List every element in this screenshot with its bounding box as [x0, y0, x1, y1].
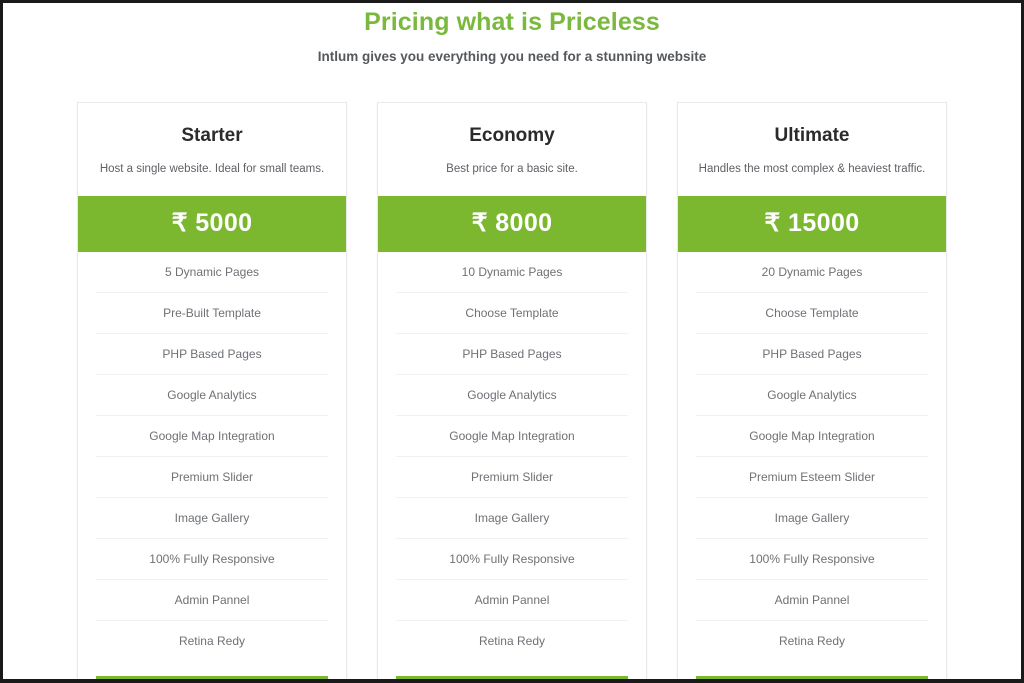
plan-name: Economy: [469, 125, 555, 146]
list-item: Google Analytics: [96, 375, 328, 416]
list-item: Image Gallery: [96, 498, 328, 539]
list-item: 100% Fully Responsive: [96, 539, 328, 580]
page-heading-block: Pricing what is Priceless Intlum gives y…: [3, 7, 1021, 66]
pricing-page: Pricing what is Priceless Intlum gives y…: [3, 3, 1021, 679]
list-item: Premium Slider: [396, 457, 628, 498]
card-footer: Order Now: [378, 661, 646, 679]
list-item: Admin Pannel: [696, 580, 928, 621]
plan-price: ₹ 5000: [171, 209, 253, 237]
pricing-card-ultimate[interactable]: Ultimate Handles the most complex & heav…: [677, 102, 947, 679]
card-header: Economy Best price for a basic site.: [378, 103, 646, 196]
list-item: Premium Esteem Slider: [696, 457, 928, 498]
list-item: PHP Based Pages: [696, 334, 928, 375]
list-item: 100% Fully Responsive: [696, 539, 928, 580]
plan-tagline: Host a single website. Ideal for small t…: [99, 163, 325, 175]
list-item: Admin Pannel: [396, 580, 628, 621]
list-item: 5 Dynamic Pages: [96, 252, 328, 293]
list-item: Image Gallery: [396, 498, 628, 539]
price-band: ₹ 5000: [78, 196, 346, 252]
list-item: Google Analytics: [396, 375, 628, 416]
list-item: Choose Template: [396, 293, 628, 334]
pricing-cards-row: Starter Host a single website. Ideal for…: [3, 102, 1021, 679]
price-band: ₹ 15000: [678, 196, 946, 252]
list-item: Choose Template: [696, 293, 928, 334]
list-item: Retina Redy: [178, 633, 246, 648]
list-item: 20 Dynamic Pages: [696, 252, 928, 293]
pricing-card-economy[interactable]: Economy Best price for a basic site. ₹ 8…: [377, 102, 647, 679]
page-subtitle: Intlum gives you everything you need for…: [317, 49, 707, 64]
order-now-button[interactable]: Order Now: [696, 676, 928, 679]
feature-list: 20 Dynamic Pages Choose Template PHP Bas…: [678, 252, 946, 661]
card-footer: Order Now: [78, 661, 346, 679]
pricing-card-starter[interactable]: Starter Host a single website. Ideal for…: [77, 102, 347, 679]
plan-price: ₹ 15000: [764, 209, 860, 237]
plan-name: Starter: [181, 125, 243, 146]
feature-list: 10 Dynamic Pages Choose Template PHP Bas…: [378, 252, 646, 661]
list-item: PHP Based Pages: [96, 334, 328, 375]
order-now-button[interactable]: Order Now: [396, 676, 628, 679]
card-header: Ultimate Handles the most complex & heav…: [678, 103, 946, 196]
list-item: Pre-Built Template: [96, 293, 328, 334]
list-item: Google Map Integration: [696, 416, 928, 457]
list-item: Google Map Integration: [96, 416, 328, 457]
plan-tagline: Best price for a basic site.: [446, 163, 578, 175]
plan-price: ₹ 8000: [471, 209, 553, 237]
list-item: Google Analytics: [696, 375, 928, 416]
list-item: Google Map Integration: [396, 416, 628, 457]
plan-name: Ultimate: [774, 125, 850, 146]
list-item: Admin Pannel: [96, 580, 328, 621]
page-title: Pricing what is Priceless: [364, 8, 660, 36]
list-item: Image Gallery: [696, 498, 928, 539]
plan-tagline: Handles the most complex & heaviest traf…: [698, 163, 926, 175]
list-item: 100% Fully Responsive: [396, 539, 628, 580]
feature-list: 5 Dynamic Pages Pre-Built Template PHP B…: [78, 252, 346, 661]
list-item: 10 Dynamic Pages: [396, 252, 628, 293]
price-band: ₹ 8000: [378, 196, 646, 252]
order-now-button[interactable]: Order Now: [96, 676, 328, 679]
list-item: Premium Slider: [96, 457, 328, 498]
list-item: Retina Redy: [478, 633, 546, 648]
card-header: Starter Host a single website. Ideal for…: [78, 103, 346, 196]
list-item: PHP Based Pages: [396, 334, 628, 375]
card-footer: Order Now: [678, 661, 946, 679]
list-item: Retina Redy: [778, 633, 846, 648]
